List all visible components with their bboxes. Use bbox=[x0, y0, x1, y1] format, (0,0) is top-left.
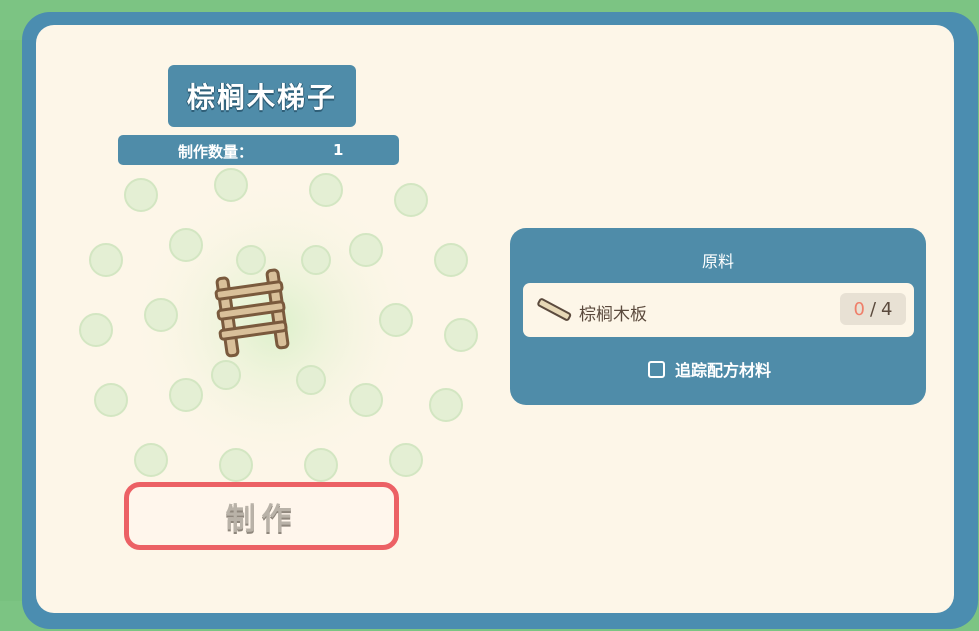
craft-button[interactable]: 制作 bbox=[124, 482, 399, 550]
craft-quantity-bar: 制作数量： 1 bbox=[118, 135, 399, 165]
materials-panel: 原料 棕榈木板 0 / 4 追踪配方材料 bbox=[510, 228, 926, 405]
item-preview-column: 棕榈木梯子 制作数量： 1 制作 bbox=[36, 25, 496, 613]
materials-title: 原料 bbox=[701, 252, 734, 271]
crafting-panel: 棕榈木梯子 制作数量： 1 制作 原料 棕榈木板 0 / 4 追踪配方材料 bbox=[36, 25, 954, 613]
material-row: 棕榈木板 0 / 4 bbox=[523, 283, 914, 337]
craft-quantity-label: 制作数量： bbox=[178, 143, 254, 161]
material-separator: / bbox=[869, 298, 877, 320]
material-name: 棕榈木板 bbox=[579, 305, 647, 325]
track-label: 追踪配方材料 bbox=[675, 361, 772, 380]
track-checkbox[interactable] bbox=[648, 360, 665, 378]
material-need: 4 bbox=[881, 298, 893, 320]
material-have: 0 bbox=[853, 298, 865, 320]
item-title: 棕榈木梯子 bbox=[168, 65, 356, 127]
track-recipe-toggle[interactable]: 追踪配方材料 bbox=[648, 357, 771, 381]
plank-icon bbox=[537, 298, 572, 321]
ladder-icon bbox=[214, 268, 290, 358]
material-count: 0 / 4 bbox=[840, 293, 906, 325]
craft-quantity-value: 1 bbox=[333, 141, 344, 159]
